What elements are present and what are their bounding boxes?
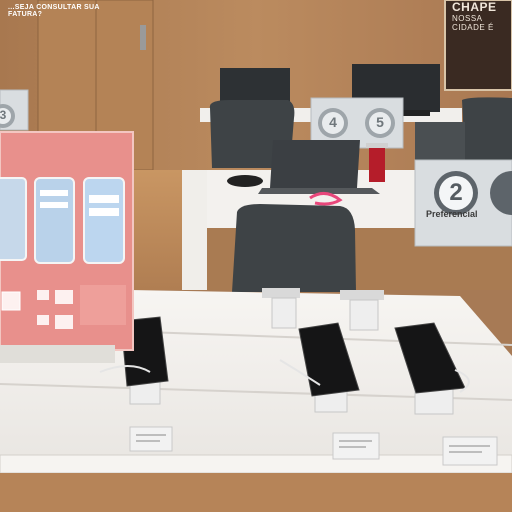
promo-sign-headline: ...SEJA CONSULTAR SUA FATURA? (8, 4, 100, 18)
wall-banner-line1: CHAPE (452, 0, 497, 14)
desk-sign-number-5: 5 (376, 114, 384, 130)
priority-sign-number: 2 (449, 179, 463, 206)
desk-sign-number-4: 4 (329, 114, 337, 130)
store-scene (0, 0, 512, 512)
left-sign-number: 3 (0, 108, 7, 122)
priority-sign-label: Preferencial (426, 209, 478, 219)
wall-banner-line2: NOSSA CIDADE É (452, 14, 494, 32)
